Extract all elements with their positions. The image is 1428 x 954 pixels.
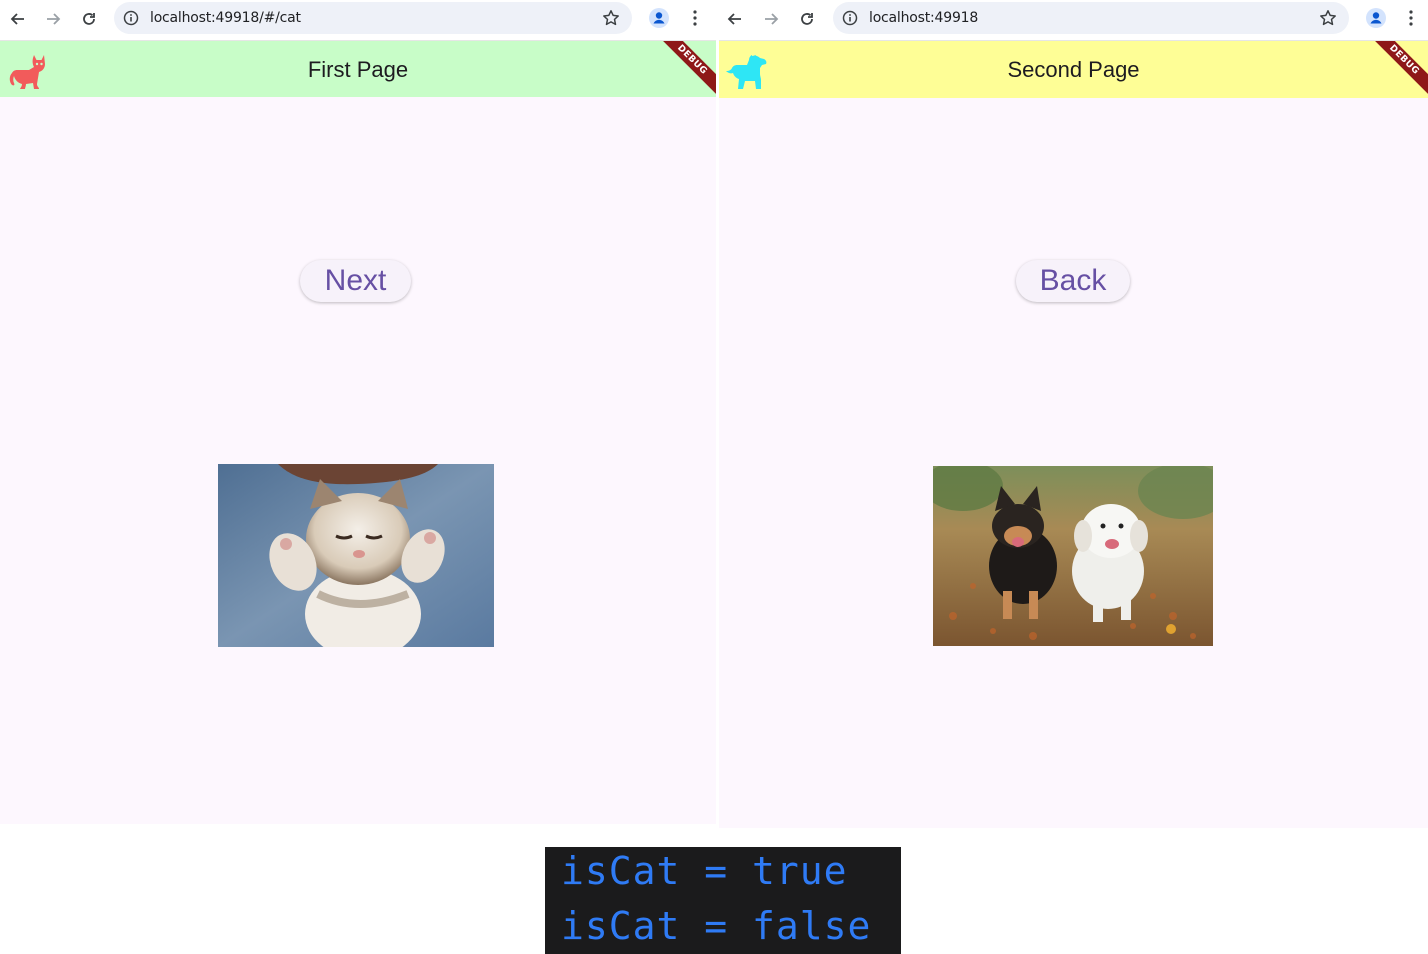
kebab-menu-icon[interactable]: [1399, 6, 1423, 30]
debug-banner: DEBUG: [1368, 41, 1428, 101]
reload-icon[interactable]: [793, 5, 821, 33]
browser-toolbar: localhost:49918: [719, 0, 1428, 41]
debug-console-output: isCat = true isCat = false: [545, 847, 901, 954]
back-arrow-icon[interactable]: [721, 5, 749, 33]
address-bar[interactable]: localhost:49918/#/cat: [114, 2, 632, 34]
back-button[interactable]: Back: [1016, 260, 1130, 302]
console-line: isCat = false: [561, 904, 872, 948]
url-text[interactable]: localhost:49918: [869, 10, 978, 26]
bookmark-star-icon[interactable]: [600, 7, 622, 29]
app-bar: Second Page: [719, 41, 1428, 98]
address-bar[interactable]: localhost:49918: [833, 2, 1349, 34]
forward-arrow-icon[interactable]: [757, 5, 785, 33]
next-button[interactable]: Next: [300, 260, 411, 302]
info-icon[interactable]: [839, 7, 861, 29]
url-text[interactable]: localhost:49918/#/cat: [150, 10, 301, 26]
bookmark-star-icon[interactable]: [1317, 7, 1339, 29]
debug-banner: DEBUG: [656, 41, 716, 101]
back-arrow-icon[interactable]: [4, 5, 32, 33]
dogs-photo: [933, 466, 1213, 646]
browser-window-second-page: localhost:49918 Second Page DEBUG Back: [719, 0, 1428, 828]
profile-avatar-icon[interactable]: [647, 6, 671, 30]
profile-avatar-icon[interactable]: [1364, 6, 1388, 30]
page-title: Second Page: [1007, 57, 1140, 82]
page-title: First Page: [307, 57, 409, 82]
console-line: isCat = true: [561, 849, 848, 893]
kitten-photo: [218, 464, 494, 647]
app-bar: First Page: [0, 41, 716, 97]
forward-arrow-icon[interactable]: [39, 5, 67, 33]
kebab-menu-icon[interactable]: [683, 6, 707, 30]
debug-label: DEBUG: [656, 41, 716, 101]
browser-toolbar: localhost:49918/#/cat: [0, 0, 716, 41]
reload-icon[interactable]: [75, 5, 103, 33]
browser-window-first-page: localhost:49918/#/cat First Page DEBUG N…: [0, 0, 716, 824]
info-icon[interactable]: [120, 7, 142, 29]
debug-label: DEBUG: [1368, 41, 1428, 101]
